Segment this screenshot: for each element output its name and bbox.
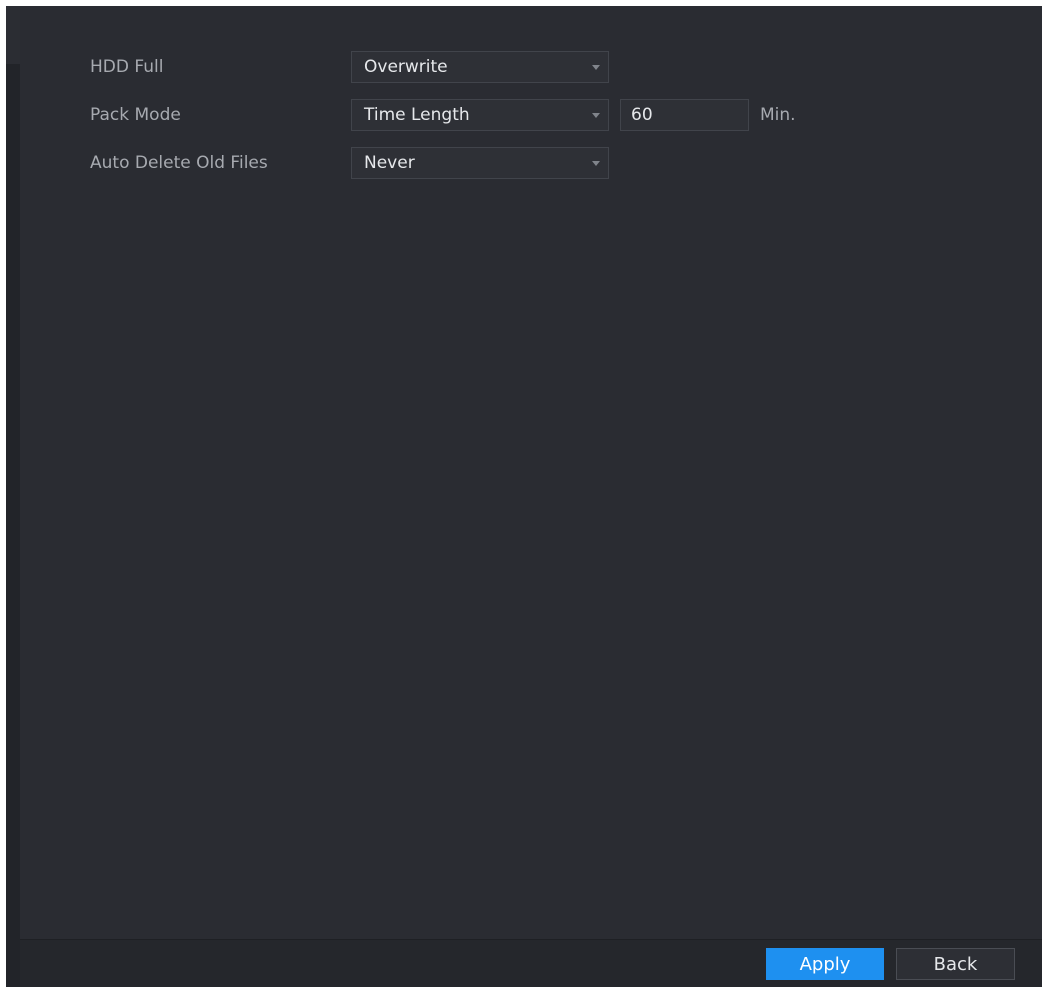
apply-button[interactable]: Apply — [766, 948, 884, 980]
footer-bar: Apply Back — [20, 939, 1042, 987]
hdd-full-select[interactable]: Overwrite — [351, 51, 609, 83]
hdd-full-label: HDD Full — [90, 57, 164, 77]
chevron-down-icon — [592, 161, 600, 166]
pack-mode-value: Time Length — [364, 105, 470, 125]
chevron-down-icon — [592, 65, 600, 70]
pack-mode-label: Pack Mode — [90, 105, 181, 125]
side-strip-tab — [6, 6, 20, 64]
pack-length-unit: Min. — [760, 105, 796, 125]
settings-panel: HDD Full Overwrite Pack Mode Time Length… — [20, 6, 1042, 939]
record-settings-screen: HDD Full Overwrite Pack Mode Time Length… — [0, 0, 1048, 987]
auto-delete-select[interactable]: Never — [351, 147, 609, 179]
auto-delete-value: Never — [364, 153, 415, 173]
chevron-down-icon — [592, 113, 600, 118]
pack-mode-row: Pack Mode Time Length Min. — [20, 99, 1042, 131]
auto-delete-label: Auto Delete Old Files — [90, 153, 268, 173]
pack-mode-select[interactable]: Time Length — [351, 99, 609, 131]
pack-length-input[interactable] — [620, 99, 749, 131]
side-strip — [6, 6, 20, 987]
back-button[interactable]: Back — [896, 948, 1015, 980]
auto-delete-row: Auto Delete Old Files Never — [20, 147, 1042, 179]
hdd-full-row: HDD Full Overwrite — [20, 51, 1042, 83]
hdd-full-value: Overwrite — [364, 57, 448, 77]
